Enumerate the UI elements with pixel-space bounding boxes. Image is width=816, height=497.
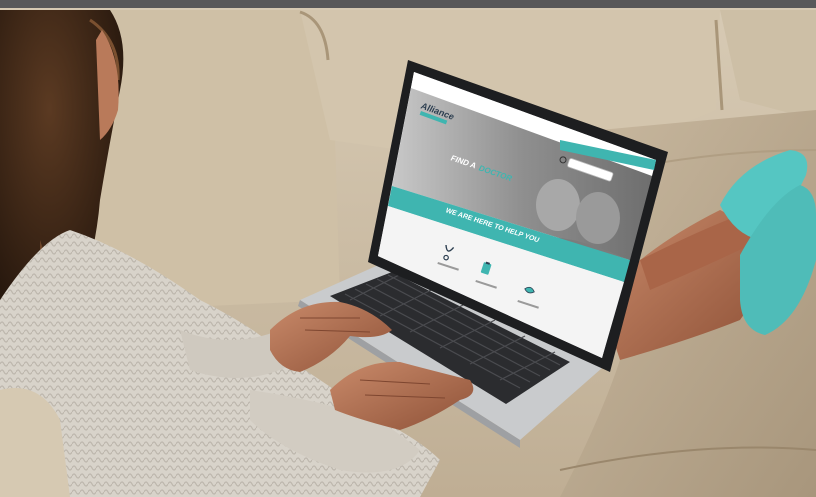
top-border (0, 0, 816, 8)
hero-person-adult (576, 192, 620, 244)
photo-scene: Alliance FIND A DOCTOR WE ARE HERE TO HE… (0, 0, 816, 497)
photo-illustration: Alliance FIND A DOCTOR WE ARE HERE TO HE… (0, 8, 816, 497)
hero-person-child (536, 179, 580, 231)
